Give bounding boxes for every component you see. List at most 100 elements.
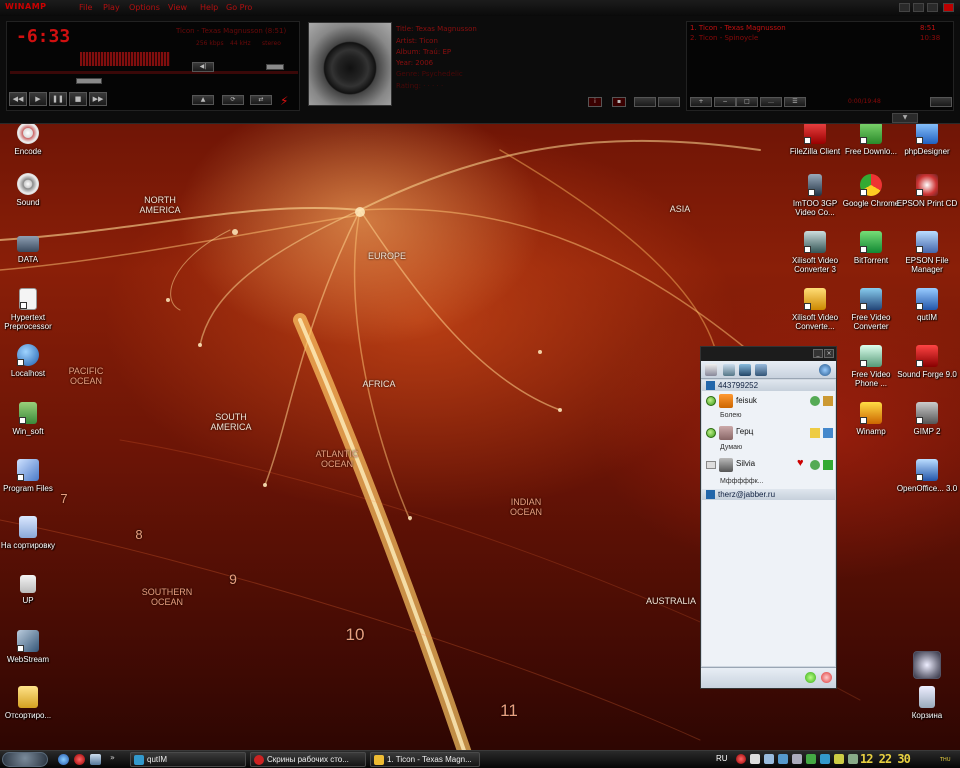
lyrics-button[interactable]: ▪: [612, 97, 626, 107]
menu-help[interactable]: Help: [200, 3, 218, 12]
desktop-icon-openoffice[interactable]: OpenOffice... 3.0: [895, 459, 959, 493]
desktop-icon-epson-print-cd[interactable]: EPSON Print CD: [895, 174, 959, 208]
menu-play[interactable]: Play: [103, 3, 120, 12]
pause-button[interactable]: ❚❚: [49, 92, 67, 106]
groups-icon[interactable]: [739, 364, 751, 376]
desktop-icon-win-soft[interactable]: Win_soft: [0, 402, 60, 436]
menu-file[interactable]: File: [79, 3, 92, 12]
task-winamp[interactable]: 1. Ticon - Texas Magn...: [370, 752, 480, 767]
menu-view[interactable]: View: [168, 3, 187, 12]
lightning-icon[interactable]: ⚡: [280, 94, 288, 108]
playlist-item[interactable]: 1. Ticon - Texas Magnusson: [690, 24, 786, 32]
volume-knob[interactable]: [266, 64, 284, 70]
desktop-icon-gimp[interactable]: GIMP 2: [895, 402, 959, 436]
qutim-titlebar[interactable]: _ ×: [701, 347, 836, 361]
winamp-minimize-button[interactable]: [913, 3, 924, 12]
main-menu-icon[interactable]: [705, 364, 717, 376]
info-button[interactable]: i: [588, 97, 602, 107]
desktop-icon-webstream[interactable]: WebStream: [0, 630, 60, 664]
winamp-titlebar[interactable]: WINAMP File Play Options View Help Go Pr…: [0, 0, 960, 16]
winamp-shade-button[interactable]: [899, 3, 910, 12]
tray-mail-icon[interactable]: [764, 754, 774, 764]
window-button[interactable]: [658, 97, 680, 107]
language-indicator[interactable]: RU: [716, 754, 728, 763]
desktop-icon-xilisoft-3[interactable]: Xilisoft Video Converter 3: [783, 231, 847, 274]
desktop-icon-filezilla[interactable]: FileZilla Client: [783, 122, 847, 156]
contact-row[interactable]: feisuk Болею: [702, 394, 835, 422]
task-qutim[interactable]: qutIM: [130, 752, 246, 767]
tray-safely-remove-icon[interactable]: [848, 754, 858, 764]
desktop-icon-qutim[interactable]: qutIM: [895, 288, 959, 322]
desktop-icon-imtoo[interactable]: ImTOO 3GP Video Co...: [783, 174, 847, 217]
account-icq[interactable]: 443799252: [702, 380, 835, 391]
play-button[interactable]: ▶: [29, 92, 47, 106]
desktop-icon-sound-forge[interactable]: Sound Forge 9.0: [895, 345, 959, 379]
desktop-icon-bittorrent[interactable]: BitTorrent: [839, 231, 903, 265]
repeat-button[interactable]: ⟳: [222, 95, 244, 105]
qutim-minimize-button[interactable]: _: [813, 349, 823, 358]
desktop-icon-sound[interactable]: Sound: [0, 173, 60, 207]
status-online-icon[interactable]: [805, 672, 816, 683]
quicklaunch-desktop-icon[interactable]: [90, 754, 101, 765]
winamp-maximize-button[interactable]: [927, 3, 938, 12]
desktop-icon-up[interactable]: UP: [0, 575, 60, 605]
desktop-icon-winamp[interactable]: Winamp: [839, 402, 903, 436]
seek-knob[interactable]: [76, 78, 102, 84]
qutim-close-button[interactable]: ×: [824, 349, 834, 358]
clock[interactable]: 12 22 30: [860, 752, 911, 766]
next-button[interactable]: ▶▶: [89, 92, 107, 106]
menu-go-pro[interactable]: Go Pro: [226, 3, 252, 12]
task-browser[interactable]: Скрины рабочих сто...: [250, 752, 366, 767]
desktop-icon-free-video-converter[interactable]: Free Video Converter: [839, 288, 903, 331]
desktop-icon-otsortirovannoe[interactable]: Отсортиро...: [0, 686, 60, 720]
seek-bar[interactable]: [10, 71, 298, 74]
tray-opera-icon[interactable]: [736, 754, 746, 764]
desktop-icon-free-download[interactable]: Free Downlo...: [839, 122, 903, 156]
desktop-icon-epson-file-manager[interactable]: EPSON File Manager: [895, 231, 959, 274]
quicklaunch-ie-icon[interactable]: [58, 754, 69, 765]
playlist-select-button[interactable]: □: [736, 97, 758, 107]
stop-button[interactable]: ■: [69, 92, 87, 106]
playlist-remove-button[interactable]: −: [714, 97, 736, 107]
tray-bittorrent-icon[interactable]: [806, 754, 816, 764]
contact-row[interactable]: Silvia ♥ Мфффффк...: [702, 456, 835, 488]
desktop-icon-google-chrome[interactable]: Google Chrome: [839, 174, 903, 208]
winamp-close-button[interactable]: [943, 3, 954, 12]
shuffle-button[interactable]: ⇄: [250, 95, 272, 105]
eject-button[interactable]: ▲: [192, 95, 214, 105]
cd-button[interactable]: [634, 97, 656, 107]
media-gadget-icon[interactable]: [913, 651, 941, 679]
mute-button[interactable]: ◀|: [192, 62, 214, 72]
playlist-misc-button[interactable]: …: [760, 97, 782, 107]
desktop-icon-program-files[interactable]: Program Files: [0, 459, 60, 493]
playlist-manage-button[interactable]: ☰: [784, 97, 806, 107]
account-jabber[interactable]: therz@jabber.ru: [702, 489, 835, 500]
playlist-item[interactable]: 2. Ticon - Spinoycle: [690, 34, 758, 42]
menu-options[interactable]: Options: [129, 3, 160, 12]
sound-icon[interactable]: [755, 364, 767, 376]
desktop-icon-na-sortirovku[interactable]: На сортировку: [0, 516, 60, 550]
previous-button[interactable]: ◀◀: [9, 92, 27, 106]
desktop-icon-phpdesigner[interactable]: phpDesigner: [895, 122, 959, 156]
quicklaunch-opera-icon[interactable]: [74, 754, 85, 765]
tray-qutim-icon[interactable]: [820, 754, 830, 764]
tray-volume-icon[interactable]: [792, 754, 802, 764]
winamp-collapse-tab[interactable]: ▼: [892, 113, 918, 123]
desktop-icon-recycle-bin[interactable]: Корзина: [895, 686, 959, 720]
status-menu-icon[interactable]: [821, 672, 832, 683]
desktop-icon-hypertext-preprocessor[interactable]: Hypertext Preprocessor: [0, 288, 60, 331]
quicklaunch-expand-icon[interactable]: »: [110, 753, 115, 762]
time-display[interactable]: -6:33: [16, 26, 70, 47]
desktop-icon-data[interactable]: DATA: [0, 232, 60, 264]
meta-rating[interactable]: Rating: · · · · ·: [396, 82, 443, 90]
contact-row[interactable]: Герц Думаю: [702, 424, 835, 454]
desktop-icon-free-video-phone[interactable]: Free Video Phone ...: [839, 345, 903, 388]
desktop-icon-xilisoft-video[interactable]: Xilisoft Video Converte...: [783, 288, 847, 331]
playlist-add-button[interactable]: +: [690, 97, 712, 107]
playlist-resize-button[interactable]: [930, 97, 952, 107]
start-button[interactable]: [2, 752, 48, 767]
desktop-icon-localhost[interactable]: Localhost: [0, 344, 60, 378]
tray-power-icon[interactable]: [834, 754, 844, 764]
desktop-icon-encode[interactable]: Encode: [0, 122, 60, 156]
info-icon[interactable]: [819, 364, 831, 376]
